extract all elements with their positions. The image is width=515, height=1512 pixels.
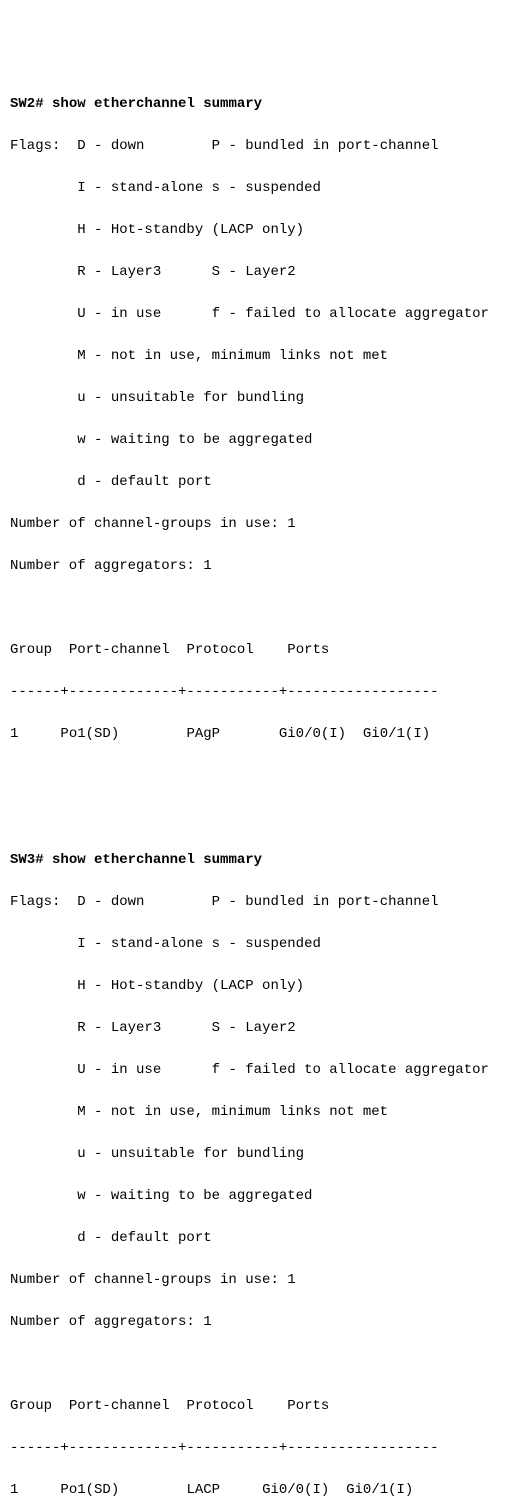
sw2-th-portchannel: Port-channel bbox=[69, 642, 170, 658]
sw3-flags-line2: I - stand-alone s - suspended bbox=[10, 934, 505, 955]
sw3-td-port2: Gi0/1(I) bbox=[346, 1482, 413, 1498]
sw3-command-line: SW3# show etherchannel summary bbox=[10, 850, 505, 871]
sw3-agg-line: Number of aggregators: 1 bbox=[10, 1312, 505, 1333]
sw2-flags-line4: R - Layer3 S - Layer2 bbox=[10, 262, 505, 283]
sw2-flag-M: M - not in use, minimum links not met bbox=[77, 348, 388, 364]
sw3-flag-I: I - stand-alone bbox=[77, 936, 203, 952]
sw2-flags-line3: H - Hot-standby (LACP only) bbox=[10, 220, 505, 241]
sw3-flags-line7: u - unsuitable for bundling bbox=[10, 1144, 505, 1165]
sw2-flag-u: u - unsuitable for bundling bbox=[77, 390, 304, 406]
sw2-td-portchannel: Po1(SD) bbox=[60, 726, 119, 742]
sw3-flags-line8: w - waiting to be aggregated bbox=[10, 1186, 505, 1207]
sw3-groups-value: 1 bbox=[287, 1272, 295, 1288]
sw2-flags-line2: I - stand-alone s - suspended bbox=[10, 178, 505, 199]
sw3-flags-line1: Flags: D - down P - bundled in port-chan… bbox=[10, 892, 505, 913]
sw3-td-protocol: LACP bbox=[186, 1482, 220, 1498]
sw3-td-group: 1 bbox=[10, 1482, 18, 1498]
sw3-flags-line3: H - Hot-standby (LACP only) bbox=[10, 976, 505, 997]
sw3-th-portchannel: Port-channel bbox=[69, 1398, 170, 1414]
sw2-command: show etherchannel summary bbox=[52, 96, 262, 112]
sw2-th-group: Group bbox=[10, 642, 52, 658]
sw2-flag-I: I - stand-alone bbox=[77, 180, 203, 196]
sw2-td-group: 1 bbox=[10, 726, 18, 742]
sw3-flag-s: s - suspended bbox=[212, 936, 321, 952]
sw3-flag-D: D - down bbox=[77, 894, 144, 910]
sw2-th-ports: Ports bbox=[287, 642, 329, 658]
sw3-flag-R: R - Layer3 bbox=[77, 1020, 161, 1036]
sw3-flag-u: u - unsuitable for bundling bbox=[77, 1146, 304, 1162]
sw2-flags-line7: u - unsuitable for bundling bbox=[10, 388, 505, 409]
sw3-flags-label: Flags: bbox=[10, 894, 60, 910]
sw3-flag-M: M - not in use, minimum links not met bbox=[77, 1104, 388, 1120]
sw3-flags-line6: M - not in use, minimum links not met bbox=[10, 1102, 505, 1123]
sw2-flags-line5: U - in use f - failed to allocate aggreg… bbox=[10, 304, 505, 325]
sw2-flags-label: Flags: bbox=[10, 138, 60, 154]
sw2-prompt: SW2# bbox=[10, 96, 44, 112]
sw2-agg-label: Number of aggregators: bbox=[10, 558, 195, 574]
sw3-flag-f: f - failed to allocate aggregator bbox=[212, 1062, 489, 1078]
sw2-table-header: Group Port-channel Protocol Ports bbox=[10, 640, 505, 661]
sw2-flags-line8: w - waiting to be aggregated bbox=[10, 430, 505, 451]
sw2-flag-f: f - failed to allocate aggregator bbox=[212, 306, 489, 322]
sw2-table-divider: ------+-------------+-----------+-------… bbox=[10, 682, 505, 703]
sw2-flag-R: R - Layer3 bbox=[77, 264, 161, 280]
sw3-table-row: 1 Po1(SD) LACP Gi0/0(I) Gi0/1(I) bbox=[10, 1480, 505, 1501]
sw3-flag-P: P - bundled in port-channel bbox=[212, 894, 439, 910]
sw3-groups-line: Number of channel-groups in use: 1 bbox=[10, 1270, 505, 1291]
sw3-agg-label: Number of aggregators: bbox=[10, 1314, 195, 1330]
sw2-flag-H: H - Hot-standby (LACP only) bbox=[77, 222, 304, 238]
sw2-command-line: SW2# show etherchannel summary bbox=[10, 94, 505, 115]
sw2-flag-s: s - suspended bbox=[212, 180, 321, 196]
sw3-th-protocol: Protocol bbox=[186, 1398, 253, 1414]
sw2-groups-label: Number of channel-groups in use: bbox=[10, 516, 279, 532]
sw2-flags-line1: Flags: D - down P - bundled in port-chan… bbox=[10, 136, 505, 157]
sw2-blank1 bbox=[10, 598, 505, 619]
sw2-groups-value: 1 bbox=[287, 516, 295, 532]
blank-between-2 bbox=[10, 808, 505, 829]
sw3-flag-d: d - default port bbox=[77, 1230, 211, 1246]
sw3-flags-line9: d - default port bbox=[10, 1228, 505, 1249]
sw2-flag-D: D - down bbox=[77, 138, 144, 154]
sw2-flag-U: U - in use bbox=[77, 306, 161, 322]
sw2-td-port1: Gi0/0(I) bbox=[279, 726, 346, 742]
sw3-groups-label: Number of channel-groups in use: bbox=[10, 1272, 279, 1288]
sw3-agg-value: 1 bbox=[203, 1314, 211, 1330]
sw3-command: show etherchannel summary bbox=[52, 852, 262, 868]
sw3-th-ports: Ports bbox=[287, 1398, 329, 1414]
sw2-td-protocol: PAgP bbox=[186, 726, 220, 742]
sw3-flags-line4: R - Layer3 S - Layer2 bbox=[10, 1018, 505, 1039]
sw3-flag-H: H - Hot-standby (LACP only) bbox=[77, 978, 304, 994]
sw3-blank1 bbox=[10, 1354, 505, 1375]
sw2-flags-line9: d - default port bbox=[10, 472, 505, 493]
sw2-table-row: 1 Po1(SD) PAgP Gi0/0(I) Gi0/1(I) bbox=[10, 724, 505, 745]
sw2-flag-S: S - Layer2 bbox=[212, 264, 296, 280]
sw3-table-divider: ------+-------------+-----------+-------… bbox=[10, 1438, 505, 1459]
sw2-flags-line6: M - not in use, minimum links not met bbox=[10, 346, 505, 367]
sw3-flag-U: U - in use bbox=[77, 1062, 161, 1078]
sw3-flag-w: w - waiting to be aggregated bbox=[77, 1188, 312, 1204]
sw3-flag-S: S - Layer2 bbox=[212, 1020, 296, 1036]
sw2-agg-line: Number of aggregators: 1 bbox=[10, 556, 505, 577]
sw2-flag-P: P - bundled in port-channel bbox=[212, 138, 439, 154]
sw2-agg-value: 1 bbox=[203, 558, 211, 574]
sw2-flag-d: d - default port bbox=[77, 474, 211, 490]
sw2-flag-w: w - waiting to be aggregated bbox=[77, 432, 312, 448]
sw3-flags-line5: U - in use f - failed to allocate aggreg… bbox=[10, 1060, 505, 1081]
sw3-prompt: SW3# bbox=[10, 852, 44, 868]
sw2-td-port2: Gi0/1(I) bbox=[363, 726, 430, 742]
sw2-th-protocol: Protocol bbox=[186, 642, 253, 658]
sw3-th-group: Group bbox=[10, 1398, 52, 1414]
sw3-table-header: Group Port-channel Protocol Ports bbox=[10, 1396, 505, 1417]
sw3-td-port1: Gi0/0(I) bbox=[262, 1482, 329, 1498]
sw3-td-portchannel: Po1(SD) bbox=[60, 1482, 119, 1498]
blank-between-1 bbox=[10, 766, 505, 787]
sw2-groups-line: Number of channel-groups in use: 1 bbox=[10, 514, 505, 535]
